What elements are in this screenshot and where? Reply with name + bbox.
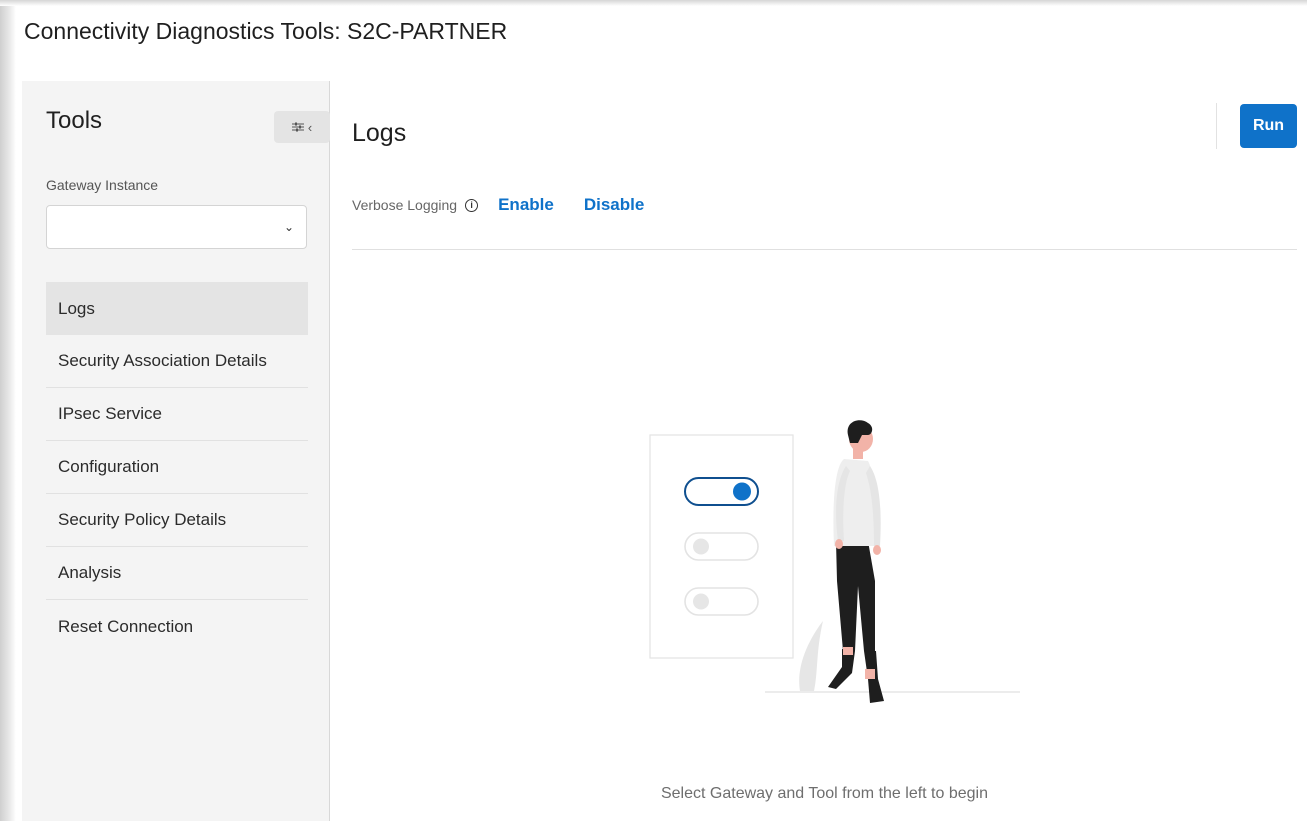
empty-state-message: Select Gateway and Tool from the left to…: [660, 785, 988, 802]
gateway-instance-label: Gateway Instance: [46, 177, 159, 193]
disable-verbose-link[interactable]: Disable: [584, 195, 644, 215]
chevron-down-icon: ⌄: [283, 220, 294, 234]
window-frame-edge: [0, 0, 16, 821]
sidebar-item-label: Logs: [58, 298, 95, 318]
section-divider: [352, 249, 1297, 250]
sidebar-title: Tools: [46, 107, 103, 134]
sidebar-item-ipsec-service[interactable]: IPsec Service: [46, 388, 308, 441]
sidebar-item-label: IPsec Service: [58, 404, 162, 423]
verbose-logging-row: Verbose Logging i Enable Disable: [352, 194, 644, 216]
sliders-icon: [291, 122, 304, 132]
tool-title: Logs: [352, 119, 407, 147]
main-panel: Logs Run Verbose Logging i Enable Disabl…: [352, 81, 1297, 821]
sidebar-item-label: Reset Connection: [58, 616, 194, 636]
sidebar-item-configuration[interactable]: Configuration: [46, 441, 308, 494]
sidebar-item-security-policy-details[interactable]: Security Policy Details: [46, 494, 308, 547]
collapse-sidebar-button[interactable]: ‹: [274, 111, 330, 143]
enable-verbose-link[interactable]: Enable: [498, 195, 554, 215]
sidebar-item-logs[interactable]: Logs: [46, 282, 308, 335]
sidebar-item-label: Analysis: [58, 563, 122, 582]
sidebar-item-security-association-details[interactable]: Security Association Details: [46, 335, 308, 388]
header-divider: [1216, 103, 1217, 149]
sidebar-item-reset-connection[interactable]: Reset Connection: [46, 600, 308, 653]
sidebar-item-label: Security Policy Details: [58, 510, 227, 529]
chevron-left-icon: ‹: [307, 119, 313, 135]
run-button[interactable]: Run: [1240, 104, 1297, 148]
tools-sidebar: Tools ‹ Gateway Instance ⌄ Logs Security…: [22, 81, 330, 821]
empty-state-illustration: [649, 420, 1020, 703]
app-window: Connectivity Diagnostics Tools: S2C-PART…: [16, 6, 1307, 821]
verbose-logging-label: Verbose Logging: [352, 197, 458, 213]
page-title: Connectivity Diagnostics Tools: S2C-PART…: [24, 18, 508, 44]
tools-nav: Logs Security Association Details IPsec …: [46, 282, 308, 653]
sidebar-item-label: Security Association Details: [58, 351, 267, 370]
sidebar-item-label: Configuration: [58, 457, 160, 476]
sidebar-item-analysis[interactable]: Analysis: [46, 547, 308, 600]
gateway-instance-select[interactable]: ⌄: [46, 205, 307, 249]
info-icon[interactable]: i: [465, 198, 479, 212]
